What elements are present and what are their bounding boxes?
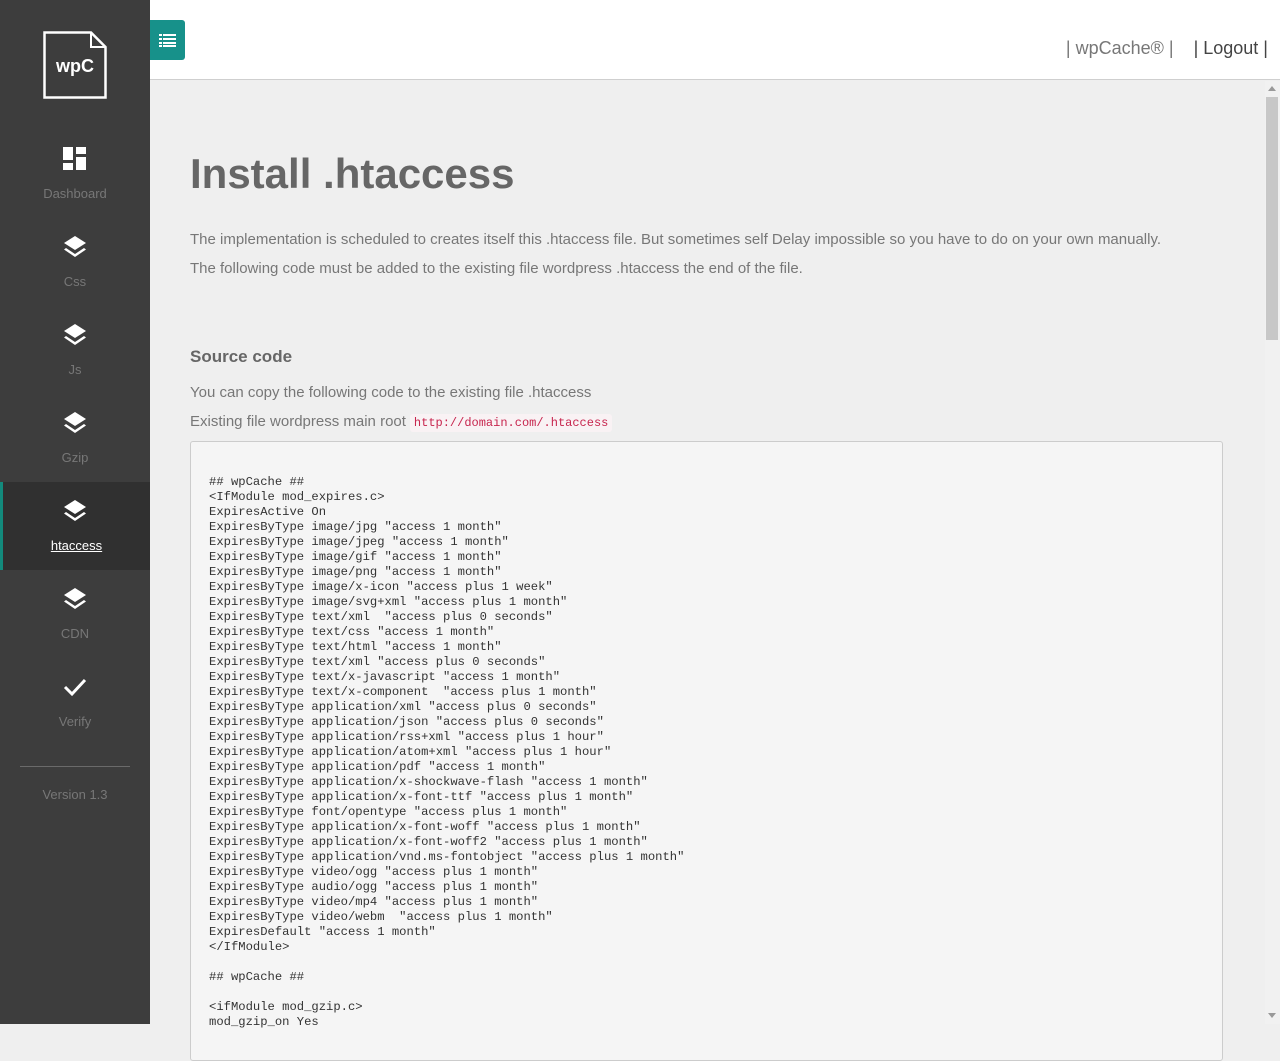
scroll-down-arrow[interactable] <box>1268 1013 1276 1018</box>
scrollbar-thumb[interactable] <box>1266 97 1278 340</box>
layers-icon <box>64 236 86 257</box>
htaccess-code[interactable]: ## wpCache ## <IfModule mod_expires.c> E… <box>191 442 1222 1030</box>
sidebar-item-label: Gzip <box>61 450 89 465</box>
sidebar-item-cdn[interactable]: CDN <box>0 570 150 658</box>
top-links: | wpCache® | | Logout | <box>1066 38 1268 59</box>
layers-icon <box>64 324 86 345</box>
dashboard-icon <box>63 147 86 170</box>
sidebar-item-label: CDN <box>60 626 90 641</box>
sidebar-item-gzip[interactable]: Gzip <box>0 394 150 482</box>
check-icon <box>63 678 87 697</box>
layers-icon <box>64 588 86 609</box>
intro-paragraph-2: The following code must be added to the … <box>190 260 803 277</box>
root-label: Existing file wordpress main root <box>190 413 406 430</box>
sidebar-item-js[interactable]: Js <box>0 306 150 394</box>
sidebar-item-css[interactable]: Css <box>0 218 150 306</box>
sidebar-item-label: Dashboard <box>43 186 107 201</box>
sidebar: wpC Dashboard Css Js Gzip htaccess CDN V… <box>0 0 150 1024</box>
root-path: http://domain.com/.htaccess <box>409 414 613 432</box>
brand-link[interactable]: | wpCache® | <box>1066 38 1174 58</box>
sidebar-item-label: htaccess <box>50 538 103 553</box>
sidebar-item-label: Css <box>63 274 87 289</box>
sidebar-item-htaccess[interactable]: htaccess <box>0 482 150 570</box>
logout-link[interactable]: | Logout | <box>1194 38 1268 58</box>
sidebar-divider <box>20 766 130 767</box>
top-bar: | wpCache® | | Logout | <box>150 0 1280 80</box>
copy-hint: You can copy the following code to the e… <box>190 384 592 401</box>
layers-icon <box>64 500 86 521</box>
sidebar-item-verify[interactable]: Verify <box>0 658 150 746</box>
root-path-line: Existing file wordpress main root http://… <box>190 413 613 432</box>
logo-text: wpC <box>56 55 94 76</box>
logo[interactable]: wpC <box>43 31 107 99</box>
sidebar-item-label: Js <box>68 362 82 377</box>
section-title: Source code <box>190 347 293 366</box>
page-title: Install .htaccess <box>190 150 515 197</box>
scroll-up-arrow[interactable] <box>1268 86 1276 91</box>
menu-toggle-button[interactable] <box>150 20 185 60</box>
list-icon <box>159 34 176 47</box>
layers-icon <box>64 412 86 433</box>
sidebar-item-label: Verify <box>58 714 92 729</box>
sidebar-item-dashboard[interactable]: Dashboard <box>0 130 150 218</box>
intro-paragraph-1: The implementation is scheduled to creat… <box>190 231 1162 248</box>
code-block[interactable]: ## wpCache ## <IfModule mod_expires.c> E… <box>190 441 1223 1061</box>
version-label: Version 1.3 <box>42 787 108 802</box>
